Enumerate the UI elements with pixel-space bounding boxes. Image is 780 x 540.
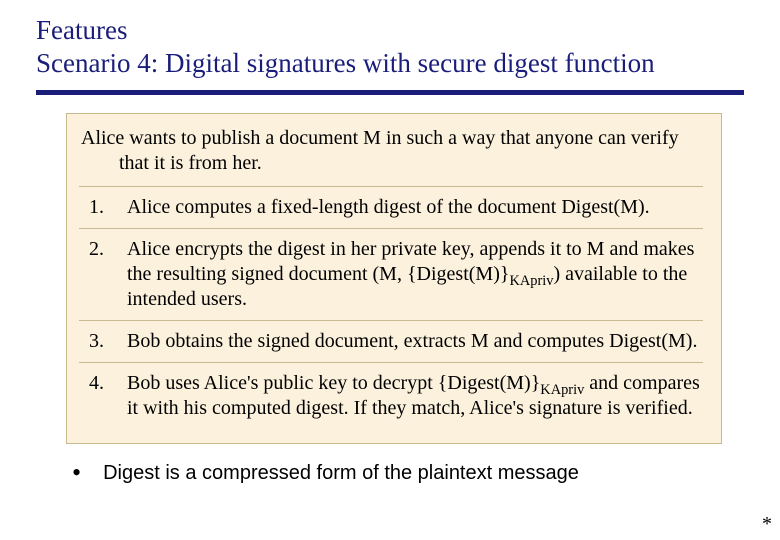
content-box: Alice wants to publish a document M in s… [66,113,722,444]
step-3-text: Bob obtains the signed document, extract… [127,330,697,352]
bullet-icon: • [72,460,81,486]
slide-title: Features Scenario 4: Digital signatures … [36,14,744,80]
step-4-pre: Bob uses Alice's public key to decrypt {… [127,372,540,394]
step-2: Alice encrypts the digest in her private… [79,228,703,320]
intro-text: Alice wants to publish a document M in s… [79,126,703,176]
bullet-text: Digest is a compressed form of the plain… [103,462,579,485]
step-4: Bob uses Alice's public key to decrypt {… [79,362,703,429]
title-rule [36,90,744,95]
slide: Features Scenario 4: Digital signatures … [0,0,780,486]
step-1-text: Alice computes a fixed-length digest of … [127,196,650,218]
title-line-2: Scenario 4: Digital signatures with secu… [36,47,744,80]
bullet-row: • Digest is a compressed form of the pla… [72,462,744,486]
steps-list: Alice computes a fixed-length digest of … [79,186,703,429]
step-1: Alice computes a fixed-length digest of … [79,186,703,228]
step-4-sub: KApriv [540,382,584,398]
footer-mark: * [762,513,772,536]
step-2-sub: KApriv [509,273,553,289]
step-3: Bob obtains the signed document, extract… [79,320,703,362]
title-line-1: Features [36,14,744,47]
